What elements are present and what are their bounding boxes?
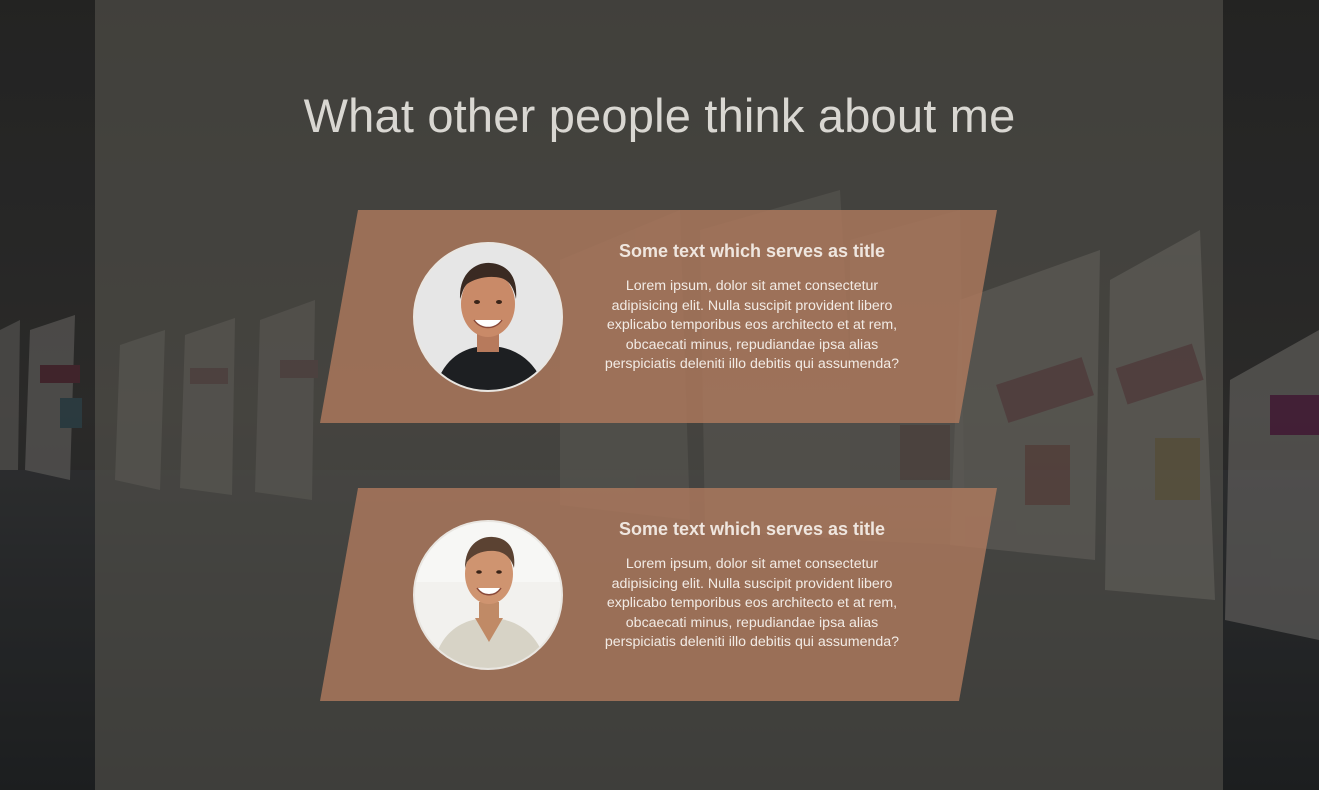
testimonial-card: Some text which serves as title Lorem ip… — [320, 488, 997, 701]
section-heading: What other people think about me — [303, 89, 1016, 142]
testimonial-title: Some text which serves as title — [618, 519, 886, 539]
testimonial-text: Lorem ipsum, dolor sit amet consectetur … — [604, 278, 900, 373]
testimonial-card: Some text which serves as title Lorem ip… — [320, 210, 997, 423]
page-background: What other people think about me Some te… — [0, 0, 1319, 790]
person-avatar-icon — [415, 522, 561, 668]
avatar — [413, 242, 563, 392]
testimonial-text: Lorem ipsum, dolor sit amet consectetur … — [604, 556, 900, 651]
person-avatar-icon — [415, 244, 561, 390]
avatar — [413, 520, 563, 670]
testimonial-title: Some text which serves as title — [618, 241, 886, 261]
